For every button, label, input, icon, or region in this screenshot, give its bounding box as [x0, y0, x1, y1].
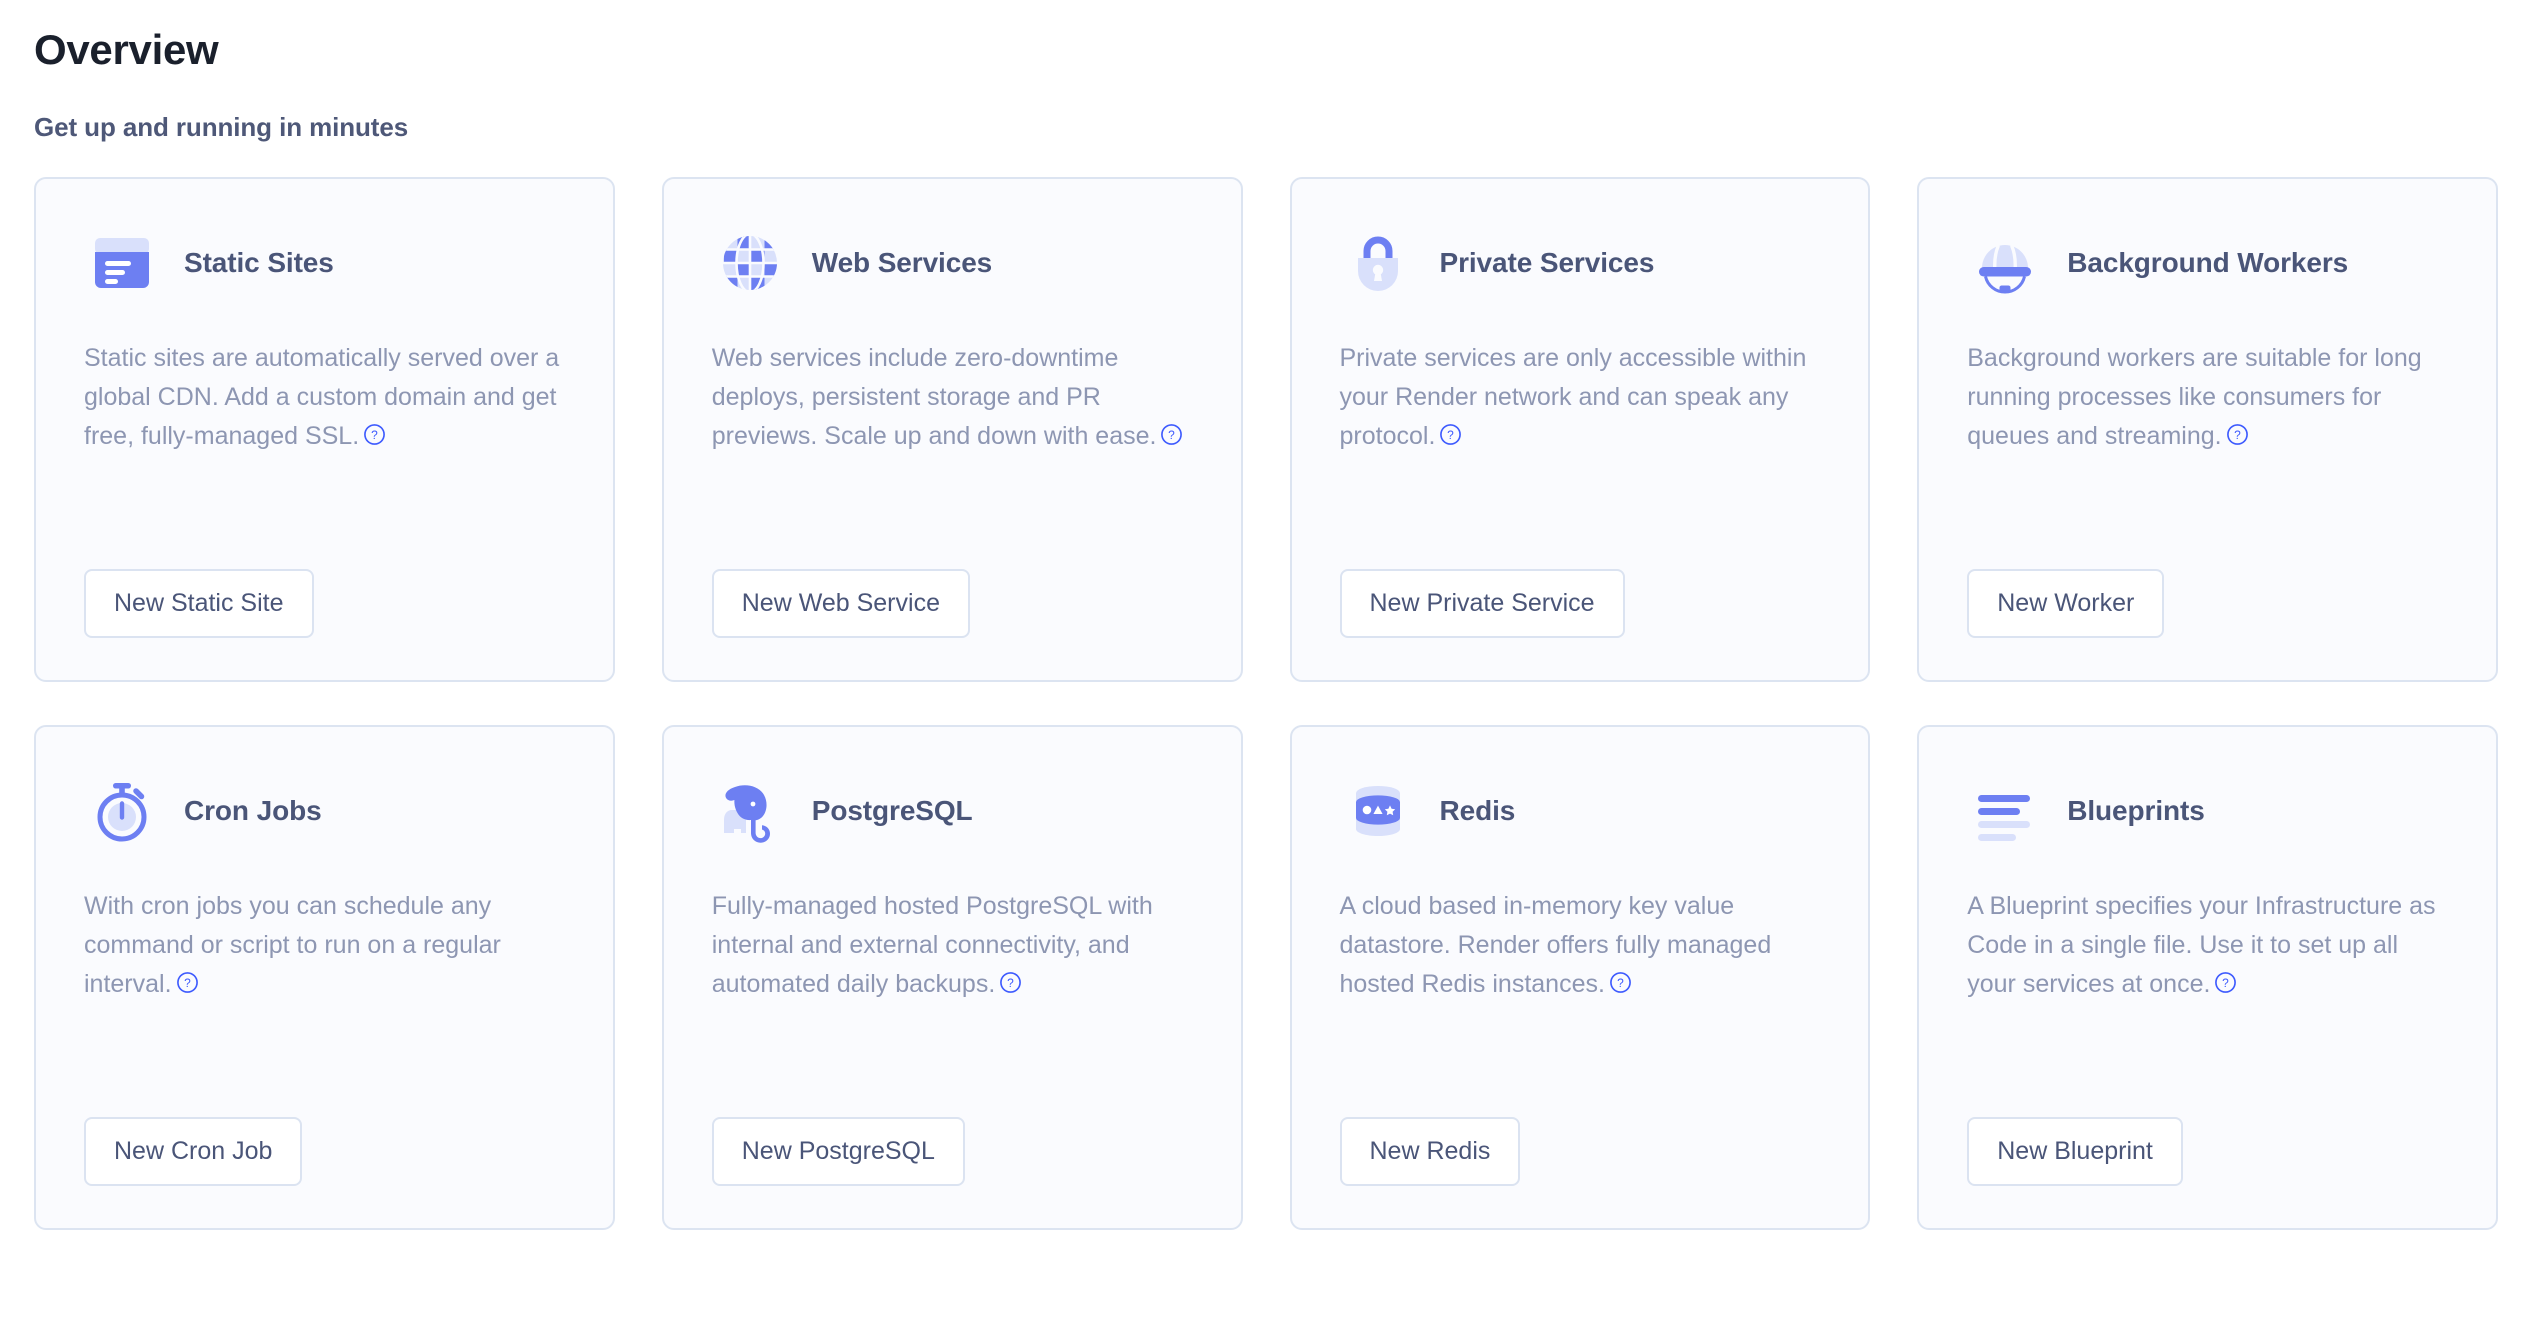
card-description: With cron jobs you can schedule any comm…: [84, 887, 565, 1083]
card-title: Web Services: [811, 247, 993, 279]
browser-window-icon: [84, 225, 160, 301]
new-private-service-button[interactable]: New Private Service: [1339, 569, 1625, 639]
svg-text:?: ?: [1448, 428, 1455, 442]
card-description-text: A Blueprint specifies your Infrastructur…: [1967, 892, 2436, 998]
section-heading: Get up and running in minutes: [34, 112, 409, 143]
service-card-background-workers[interactable]: Background Workers Background workers ar…: [1917, 177, 2498, 683]
new-web-service-button[interactable]: New Web Service: [711, 569, 970, 639]
service-card-postgresql[interactable]: PostgreSQL Fully-managed hosted PostgreS…: [661, 725, 1243, 1231]
service-card-blueprints[interactable]: Blueprints A Blueprint specifies your In…: [1917, 725, 2498, 1231]
elephant-icon: [712, 773, 788, 849]
card-header: Blueprints: [1967, 773, 2448, 849]
svg-text:?: ?: [2223, 976, 2230, 990]
card-description-text: Fully-managed hosted PostgreSQL with int…: [711, 892, 1153, 998]
card-description-text: Private services are only accessible wit…: [1339, 344, 1807, 450]
card-title: PostgreSQL: [811, 795, 973, 827]
card-description: Web services include zero-downtime deplo…: [712, 339, 1193, 535]
card-description: A cloud based in-memory key value datast…: [1340, 887, 1821, 1083]
service-card-redis[interactable]: Redis A cloud based in-memory key value …: [1289, 725, 1871, 1231]
database-cylinder-icon: [1340, 773, 1416, 849]
svg-text:?: ?: [371, 428, 378, 442]
card-description-text: With cron jobs you can schedule any comm…: [84, 892, 501, 998]
card-title: Private Services: [1439, 247, 1655, 279]
service-card-static-sites[interactable]: Static Sites Static sites are automatica…: [34, 177, 615, 683]
padlock-icon: [1340, 225, 1416, 301]
new-postgresql-button[interactable]: New PostgreSQL: [711, 1117, 965, 1187]
stacked-bars-icon: [1967, 773, 2043, 849]
card-header: Static Sites: [84, 225, 565, 301]
card-header: Cron Jobs: [84, 773, 565, 849]
card-header: PostgreSQL: [712, 773, 1193, 849]
card-description: Private services are only accessible wit…: [1340, 339, 1821, 535]
card-title: Blueprints: [2067, 795, 2205, 827]
card-description: Fully-managed hosted PostgreSQL with int…: [712, 887, 1193, 1083]
card-description: A Blueprint specifies your Infrastructur…: [1967, 887, 2448, 1083]
new-redis-button[interactable]: New Redis: [1339, 1117, 1521, 1187]
card-description-text: A cloud based in-memory key value datast…: [1339, 892, 1772, 998]
globe-icon: [712, 225, 788, 301]
card-header: Web Services: [712, 225, 1193, 301]
help-circle-icon[interactable]: ?: [1439, 423, 1462, 446]
help-circle-icon[interactable]: ?: [1160, 423, 1183, 446]
new-blueprint-button[interactable]: New Blueprint: [1967, 1117, 2183, 1187]
svg-text:?: ?: [1007, 976, 1014, 990]
card-header: Background Workers: [1967, 225, 2448, 301]
card-title: Static Sites: [184, 247, 334, 279]
overview-page: Overview Get up and running in minutes S…: [0, 0, 2532, 1231]
service-card-grid: Static Sites Static sites are automatica…: [34, 177, 2498, 1231]
svg-text:?: ?: [1169, 428, 1176, 442]
card-header: Redis: [1340, 773, 1821, 849]
svg-text:?: ?: [1617, 976, 1624, 990]
card-description-text: Web services include zero-downtime deplo…: [711, 344, 1157, 450]
service-card-private-services[interactable]: Private Services Private services are on…: [1289, 177, 1871, 683]
help-circle-icon[interactable]: ?: [2226, 423, 2249, 446]
card-title: Redis: [1439, 795, 1516, 827]
help-circle-icon[interactable]: ?: [999, 971, 1022, 994]
help-circle-icon[interactable]: ?: [2214, 971, 2237, 994]
card-title: Cron Jobs: [184, 795, 322, 827]
card-description: Static sites are automatically served ov…: [84, 339, 565, 535]
card-description-text: Background workers are suitable for long…: [1967, 344, 2422, 450]
service-card-web-services[interactable]: Web Services Web services include zero-d…: [661, 177, 1243, 683]
page-title: Overview: [34, 26, 219, 73]
service-card-cron-jobs[interactable]: Cron Jobs With cron jobs you can schedul…: [34, 725, 615, 1231]
help-circle-icon[interactable]: ?: [1609, 971, 1632, 994]
stopwatch-icon: [84, 773, 160, 849]
svg-text:?: ?: [184, 976, 191, 990]
help-circle-icon[interactable]: ?: [176, 971, 199, 994]
new-static-site-button[interactable]: New Static Site: [84, 569, 314, 639]
hard-hat-icon: [1967, 225, 2043, 301]
help-circle-icon[interactable]: ?: [363, 423, 386, 446]
svg-text:?: ?: [2234, 428, 2241, 442]
new-cron-job-button[interactable]: New Cron Job: [84, 1117, 303, 1187]
new-worker-button[interactable]: New Worker: [1967, 569, 2165, 639]
card-description-text: Static sites are automatically served ov…: [84, 344, 560, 450]
card-title: Background Workers: [2067, 247, 2349, 279]
card-header: Private Services: [1340, 225, 1821, 301]
card-description: Background workers are suitable for long…: [1967, 339, 2448, 535]
